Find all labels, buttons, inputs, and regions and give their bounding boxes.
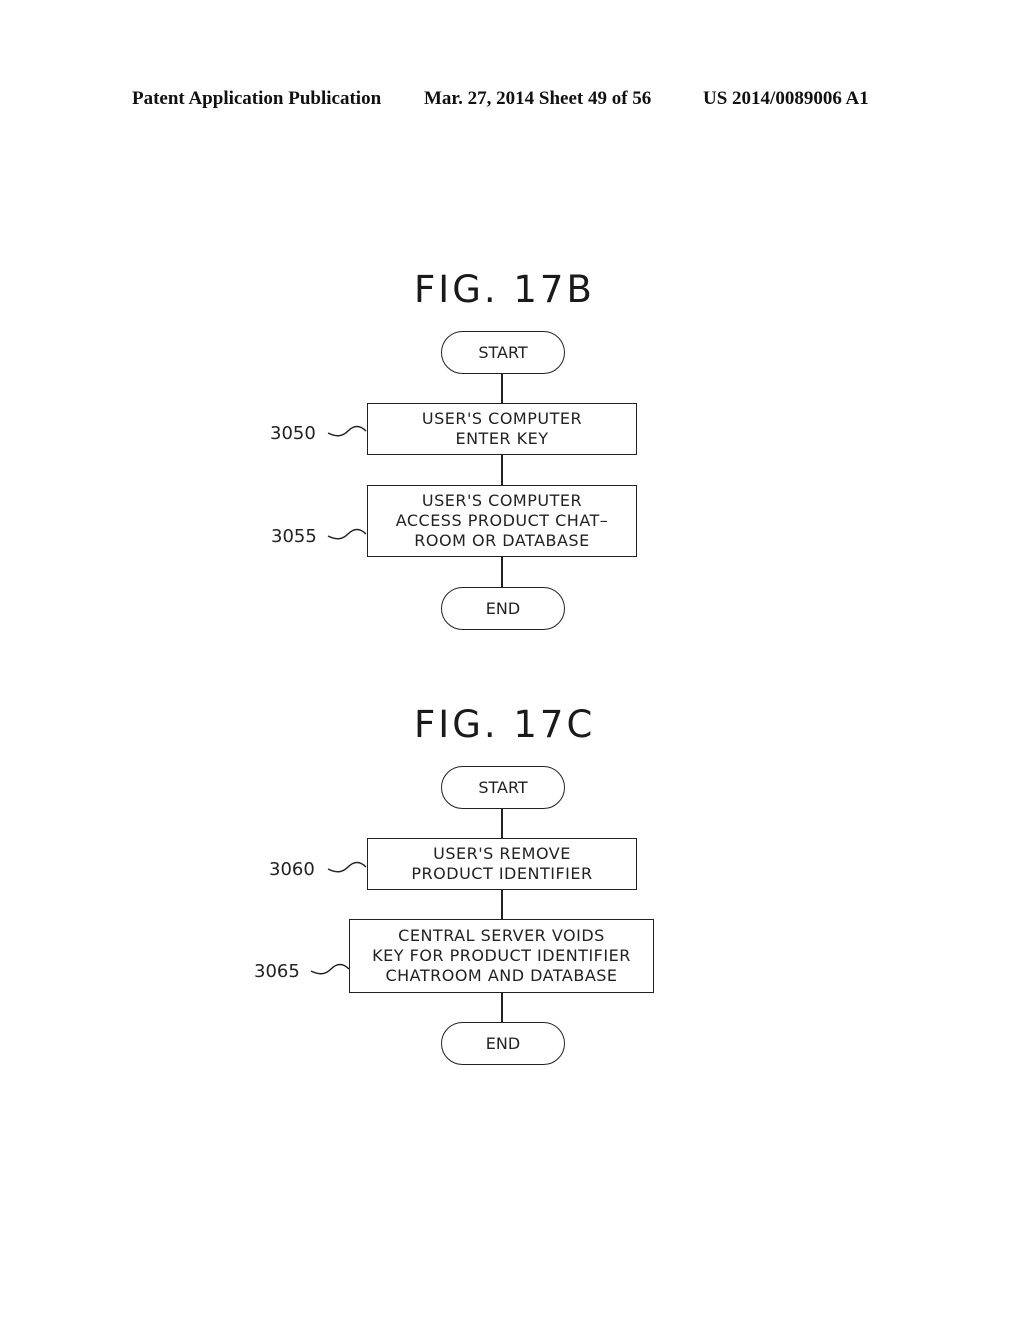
connector-line (501, 557, 503, 588)
step-text-line: KEY FOR PRODUCT IDENTIFIER (372, 946, 631, 965)
figure-title: FIG. 17C (414, 703, 596, 746)
end-terminal: END (441, 587, 565, 630)
connector-line (501, 890, 503, 920)
reference-number: 3055 (271, 526, 317, 547)
step-text-line: USER'S COMPUTER (421, 409, 583, 428)
header-publication-label: Patent Application Publication (132, 88, 382, 109)
connector-line (501, 374, 503, 404)
leader-line (310, 963, 350, 975)
process-step-3055: USER'S COMPUTER ACCESS PRODUCT CHAT– ROO… (367, 485, 637, 557)
step-text-line: CENTRAL SERVER VOIDS (398, 926, 605, 945)
connector-line (501, 993, 503, 1023)
leader-line (327, 528, 367, 540)
reference-number: 3065 (254, 961, 300, 982)
start-terminal: START (441, 766, 565, 809)
process-step-3065: CENTRAL SERVER VOIDS KEY FOR PRODUCT IDE… (349, 919, 654, 993)
header-date-sheet: Mar. 27, 2014 Sheet 49 of 56 (424, 88, 652, 109)
leader-line (327, 425, 367, 437)
connector-line (501, 455, 503, 486)
step-text-line: PRODUCT IDENTIFIER (411, 864, 593, 883)
step-text-line: USER'S REMOVE (433, 844, 571, 863)
start-terminal: START (441, 331, 565, 374)
connector-line (501, 809, 503, 839)
end-terminal: END (441, 1022, 565, 1065)
leader-line (327, 861, 367, 873)
step-text-line: ROOM OR DATABASE (414, 531, 590, 550)
step-text-line: CHATROOM AND DATABASE (385, 966, 618, 985)
step-text-line: USER'S COMPUTER (421, 491, 583, 510)
process-step-3050: USER'S COMPUTER ENTER KEY (367, 403, 637, 455)
figure-title: FIG. 17B (414, 268, 595, 311)
process-step-3060: USER'S REMOVE PRODUCT IDENTIFIER (367, 838, 637, 890)
step-text-line: ENTER KEY (455, 429, 549, 448)
reference-number: 3050 (270, 423, 316, 444)
step-text-line: ACCESS PRODUCT CHAT– (395, 511, 609, 530)
header-patent-number: US 2014/0089006 A1 (703, 88, 869, 109)
reference-number: 3060 (269, 859, 315, 880)
